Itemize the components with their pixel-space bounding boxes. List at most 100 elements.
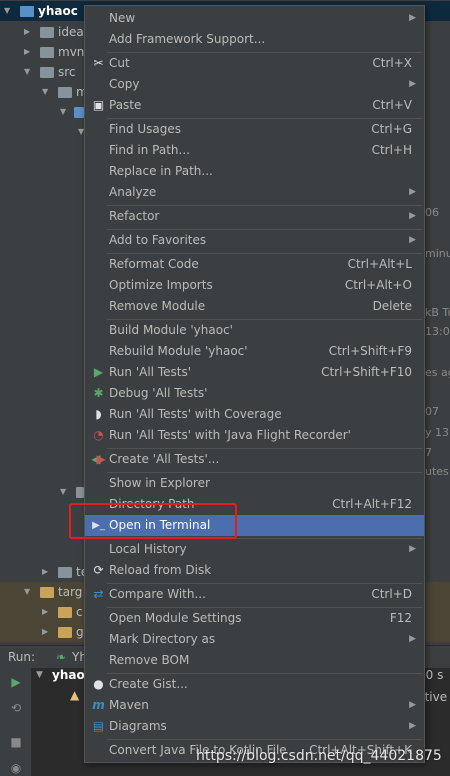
- menu-item-shortcut: Ctrl+Shift+F10: [321, 365, 412, 379]
- menu-item-shortcut: F12: [389, 611, 412, 625]
- menu-item-label: Cut: [109, 56, 130, 70]
- menu-item-shortcut: Ctrl+Alt+O: [344, 278, 412, 292]
- stop-icon[interactable]: ■: [8, 734, 24, 750]
- tree-item-label: src: [58, 65, 76, 79]
- menu-item-diagrams[interactable]: ▤ Diagrams ▶: [85, 716, 424, 737]
- run-header-label: Run:: [8, 650, 36, 664]
- menu-item-local-history[interactable]: Local History ▶: [85, 539, 424, 560]
- recorder-icon: ◔: [93, 428, 104, 442]
- menu-item-maven[interactable]: m Maven ▶: [85, 695, 424, 716]
- menu-item-label: Paste: [109, 98, 142, 112]
- scissors-icon: ✂: [93, 56, 104, 70]
- menu-item-run-with-flight-recorder[interactable]: ◔ Run 'All Tests' with 'Java Flight Reco…: [85, 425, 424, 446]
- menu-item-label: New: [109, 11, 136, 25]
- menu-item-run-all-tests[interactable]: ▶ Run 'All Tests' Ctrl+Shift+F10: [85, 362, 424, 383]
- submenu-arrow-icon: ▶: [409, 235, 416, 245]
- menu-item-run-with-coverage[interactable]: ◗ Run 'All Tests' with Coverage: [85, 404, 424, 425]
- menu-item-refactor[interactable]: Refactor ▶: [85, 206, 424, 227]
- menu-item-shortcut: Ctrl+D: [371, 587, 412, 601]
- leaf-icon: ❧: [56, 650, 67, 664]
- chevron-right-icon[interactable]: ▶: [24, 22, 34, 42]
- chevron-right-icon[interactable]: ▶: [42, 562, 52, 582]
- menu-item-cut[interactable]: ✂ Cut Ctrl+X: [85, 53, 424, 74]
- warning-icon: ▲: [70, 688, 80, 702]
- menu-item-analyze[interactable]: Analyze ▶: [85, 182, 424, 203]
- chevron-down-icon[interactable]: ▼: [60, 102, 70, 122]
- menu-item-reload-from-disk[interactable]: ⟳ Reload from Disk: [85, 560, 424, 581]
- chevron-right-icon[interactable]: ▶: [42, 602, 52, 622]
- tree-side-text: utes: [425, 465, 449, 478]
- tree-side-text: 06: [425, 206, 439, 219]
- menu-item-show-in-explorer[interactable]: Show in Explorer: [85, 473, 424, 494]
- menu-item-mark-directory-as[interactable]: Mark Directory as ▶: [85, 629, 424, 650]
- highlight-annotation: [69, 503, 237, 539]
- chevron-down-icon[interactable]: ▼: [24, 582, 34, 602]
- submenu-arrow-icon: ▶: [409, 187, 416, 197]
- tree-side-text: 7: [425, 446, 432, 459]
- menu-item-label: Open Module Settings: [109, 611, 242, 625]
- menu-item-create-gist[interactable]: ● Create Gist...: [85, 674, 424, 695]
- tree-item-label: targ: [58, 585, 83, 599]
- menu-item-remove-bom[interactable]: Remove BOM: [85, 650, 424, 671]
- menu-item-copy[interactable]: Copy ▶: [85, 74, 424, 95]
- menu-item-optimize-imports[interactable]: Optimize Imports Ctrl+Alt+O: [85, 275, 424, 296]
- menu-item-label: Create 'All Tests'...: [109, 452, 220, 466]
- menu-item-rebuild-module[interactable]: Rebuild Module 'yhaoc' Ctrl+Shift+F9: [85, 341, 424, 362]
- menu-item-reformat-code[interactable]: Reformat Code Ctrl+Alt+L: [85, 254, 424, 275]
- chevron-down-icon[interactable]: ▼: [42, 82, 52, 102]
- tree-side-text: y 13:: [425, 426, 450, 439]
- menu-item-label: Build Module 'yhaoc': [109, 323, 233, 337]
- folder-icon: [76, 487, 84, 498]
- folder-icon: [74, 107, 84, 118]
- menu-item-label: Run 'All Tests': [109, 365, 191, 379]
- play-icon[interactable]: ▶: [8, 674, 24, 690]
- menu-item-find-usages[interactable]: Find Usages Ctrl+G: [85, 119, 424, 140]
- folder-icon: [40, 47, 54, 58]
- menu-item-new[interactable]: New ▶: [85, 8, 424, 29]
- menu-item-compare-with[interactable]: ⇄ Compare With... Ctrl+D: [85, 584, 424, 605]
- menu-item-create-all-tests[interactable]: ◀▶ Create 'All Tests'...: [85, 449, 424, 470]
- menu-item-debug-all-tests[interactable]: ✱ Debug 'All Tests': [85, 383, 424, 404]
- menu-item-label: Rebuild Module 'yhaoc': [109, 344, 248, 358]
- play-icon: ▶: [93, 365, 104, 379]
- tree-side-text: kB Tu: [425, 306, 450, 319]
- submenu-arrow-icon: ▶: [409, 700, 416, 710]
- menu-item-build-module[interactable]: Build Module 'yhaoc': [85, 320, 424, 341]
- chevron-down-icon[interactable]: ▼: [60, 482, 70, 502]
- menu-item-add-to-favorites[interactable]: Add to Favorites ▶: [85, 230, 424, 251]
- clipboard-icon: ▣: [92, 98, 105, 112]
- menu-item-replace-in-path[interactable]: Replace in Path...: [85, 161, 424, 182]
- chevron-down-icon[interactable]: ▼: [24, 62, 34, 82]
- menu-item-shortcut: Ctrl+X: [372, 56, 412, 70]
- menu-item-shortcut: Ctrl+H: [371, 143, 412, 157]
- menu-item-label: Run 'All Tests' with Coverage: [109, 407, 282, 421]
- chevron-down-icon[interactable]: ▼: [36, 670, 43, 680]
- menu-item-open-module-settings[interactable]: Open Module Settings F12: [85, 608, 424, 629]
- menu-item-label: Run 'All Tests' with 'Java Flight Record…: [109, 428, 351, 442]
- menu-item-paste[interactable]: ▣ Paste Ctrl+V: [85, 95, 424, 116]
- chevron-right-icon[interactable]: ▶: [42, 622, 52, 642]
- menu-item-label: Diagrams: [109, 719, 167, 733]
- menu-item-label: Find Usages: [109, 122, 182, 136]
- maven-icon: m: [92, 698, 105, 712]
- menu-item-label: Copy: [109, 77, 140, 91]
- menu-item-shortcut: Ctrl+V: [372, 98, 412, 112]
- menu-item-find-in-path[interactable]: Find in Path... Ctrl+H: [85, 140, 424, 161]
- menu-item-label: Show in Explorer: [109, 476, 210, 490]
- chevron-down-icon[interactable]: ▼: [4, 1, 14, 21]
- tree-item-label: c: [76, 605, 83, 619]
- menu-item-label: Analyze: [109, 185, 157, 199]
- eye-icon[interactable]: ◉: [8, 760, 24, 776]
- submenu-arrow-icon: ▶: [409, 211, 416, 221]
- rerun-icon[interactable]: ⟲: [8, 700, 24, 716]
- reload-icon: ⟳: [93, 563, 104, 577]
- folder-icon: [58, 87, 72, 98]
- menu-item-label: Reload from Disk: [109, 563, 212, 577]
- menu-item-remove-module[interactable]: Remove Module Delete: [85, 296, 424, 317]
- watermark-text: https://blog.csdn.net/qq_44021875: [196, 748, 442, 764]
- menu-item-add-framework-support[interactable]: Add Framework Support...: [85, 29, 424, 50]
- chevron-right-icon[interactable]: ▶: [24, 42, 34, 62]
- menu-item-label: Remove BOM: [109, 653, 190, 667]
- menu-item-shortcut: Ctrl+Alt+F12: [332, 497, 412, 511]
- menu-item-shortcut: Delete: [372, 299, 412, 313]
